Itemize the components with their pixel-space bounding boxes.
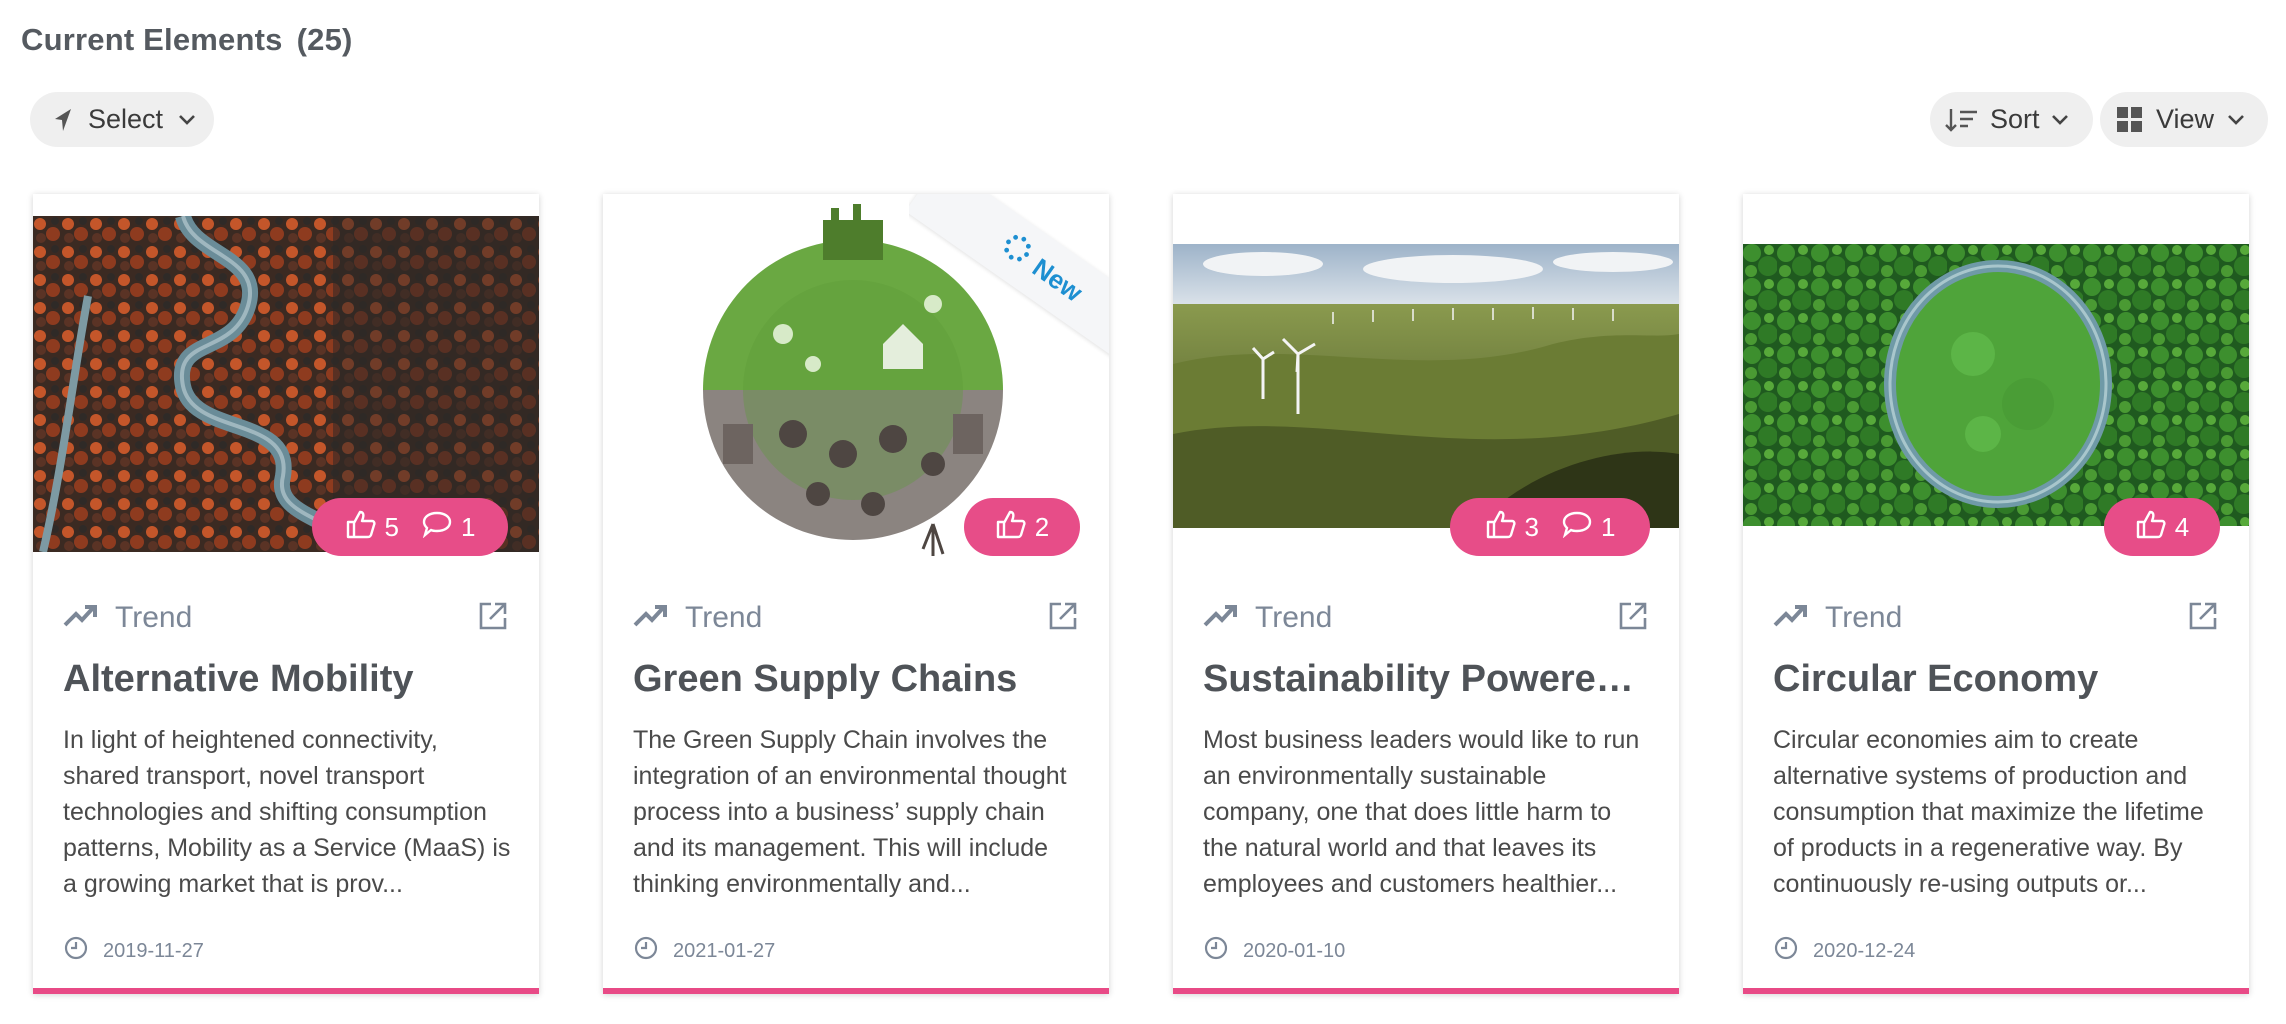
like-count: 4 [2174, 511, 2190, 542]
card-category-row: Trend [1203, 598, 1649, 638]
element-card[interactable]: 4 Trend Circular Economy Circular econom… [1743, 194, 2249, 994]
cursor-icon [52, 107, 74, 133]
chevron-down-icon [2050, 113, 2070, 127]
card-accent-bar [1173, 988, 1679, 994]
grid-icon [2116, 106, 2144, 134]
external-link-icon[interactable] [1047, 600, 1079, 637]
category-label: Trend [115, 601, 193, 634]
like-count: 5 [384, 511, 399, 542]
element-card[interactable]: New 2 Trend Green Supply Chains The Gree… [603, 194, 1109, 994]
element-card[interactable]: 3 1 Trend Sustainability Powered ... Mos… [1173, 194, 1679, 994]
card-date-row: 2021-01-27 [633, 936, 775, 966]
card-category-row: Trend [63, 598, 509, 638]
reactions-badge: 3 1 [1450, 498, 1650, 556]
card-accent-bar [1743, 988, 2249, 994]
element-card[interactable]: 5 1 Trend Alternative Mobility In light … [33, 194, 539, 994]
comment-icon [1561, 510, 1593, 545]
card-description: Circular economies aim to create alterna… [1773, 726, 2204, 898]
clock-icon [1773, 935, 1799, 967]
sort-icon [1944, 106, 1980, 134]
trend-icon [633, 603, 669, 634]
like-count: 2 [1034, 511, 1050, 542]
reactions-badge: 5 1 [312, 498, 508, 556]
comment-icon [421, 510, 453, 545]
card-description: In light of heightened connectivity, sha… [63, 726, 511, 898]
clock-icon [63, 935, 89, 967]
comment-count: 1 [461, 511, 476, 542]
clock-icon [1203, 935, 1229, 967]
external-link-icon[interactable] [1617, 600, 1649, 637]
card-date-row: 2019-11-27 [63, 936, 204, 966]
select-label: Select [88, 104, 164, 134]
sort-button[interactable]: Sort [1930, 92, 2093, 147]
card-title: Green Supply Chains [633, 658, 1018, 700]
trend-icon [63, 603, 99, 634]
card-date: 2021-01-27 [673, 939, 776, 962]
thumbs-up-icon [2135, 509, 2167, 546]
card-date: 2020-12-24 [1813, 939, 1916, 962]
card-category-row: Trend [633, 598, 1079, 638]
like-count: 3 [1524, 511, 1539, 542]
thumbs-up-icon [1485, 509, 1517, 546]
view-label: View [2156, 104, 2215, 134]
category-label: Trend [685, 601, 763, 634]
clock-icon [633, 935, 659, 967]
external-link-icon[interactable] [477, 600, 509, 637]
card-description: The Green Supply Chain involves the inte… [633, 726, 1067, 898]
card-title: Circular Economy [1773, 658, 2099, 700]
card-accent-bar [603, 988, 1109, 994]
thumbs-up-icon [345, 509, 377, 546]
card-date: 2019-11-27 [103, 939, 204, 962]
category-label: Trend [1255, 601, 1333, 634]
chevron-down-icon [177, 113, 197, 127]
reactions-badge: 4 [2104, 498, 2220, 556]
card-accent-bar [33, 988, 539, 994]
thumbs-up-icon [995, 509, 1027, 546]
card-title: Sustainability Powered ... [1203, 658, 1649, 700]
trend-icon [1203, 603, 1239, 634]
card-title: Alternative Mobility [63, 658, 414, 700]
card-description: Most business leaders would like to run … [1203, 726, 1640, 898]
element-count: (25) [296, 22, 353, 57]
card-date-row: 2020-01-10 [1203, 936, 1345, 966]
card-date: 2020-01-10 [1243, 939, 1346, 962]
external-link-icon[interactable] [2187, 600, 2219, 637]
sort-label: Sort [1990, 104, 2040, 134]
category-label: Trend [1825, 601, 1903, 634]
view-button[interactable]: View [2100, 92, 2268, 147]
chevron-down-icon [2226, 113, 2246, 127]
card-image-circular-forest [1743, 244, 2249, 526]
card-image-wind-turbines [1173, 244, 1679, 528]
comment-count: 1 [1601, 511, 1616, 542]
reactions-badge: 2 [964, 498, 1080, 556]
page-title: Current Elements (25) [21, 22, 353, 58]
select-button[interactable]: Select [30, 92, 214, 147]
trend-icon [1773, 603, 1809, 634]
page-title-text: Current Elements [21, 22, 283, 57]
card-date-row: 2020-12-24 [1773, 936, 1915, 966]
card-category-row: Trend [1773, 598, 2219, 638]
